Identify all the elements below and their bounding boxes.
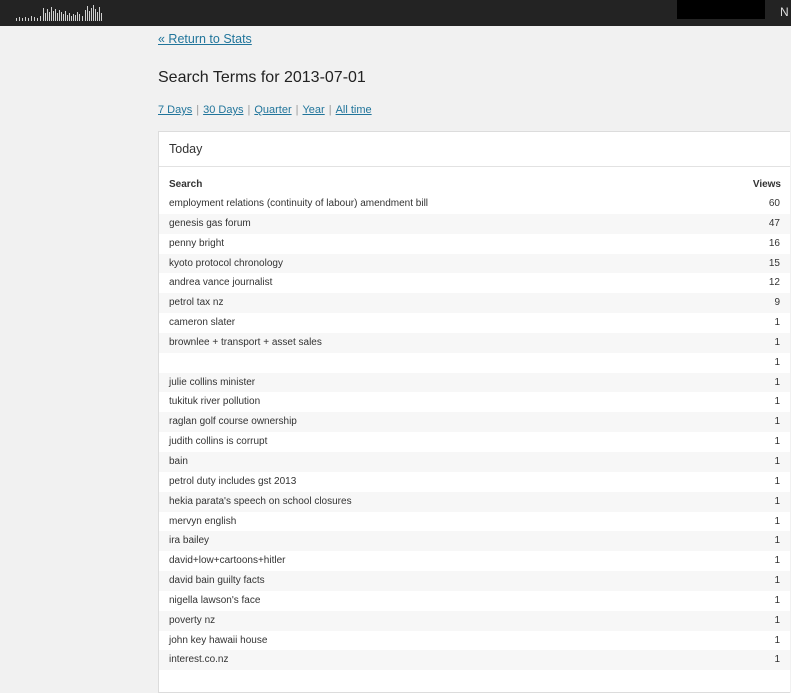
view-count: 12 xyxy=(768,277,780,289)
view-count: 16 xyxy=(768,237,780,249)
view-count: 60 xyxy=(768,198,780,209)
search-term: petrol tax nz xyxy=(169,297,224,309)
view-count: 1 xyxy=(774,436,780,448)
separator: | xyxy=(196,104,200,116)
view-count: 1 xyxy=(774,416,780,428)
user-menu[interactable]: N xyxy=(780,5,789,19)
search-term: john key hawaii house xyxy=(169,634,268,646)
table-row: bain 1 xyxy=(159,451,790,472)
search-term: petrol duty includes gst 2013 xyxy=(169,475,297,487)
search-term: raglan golf course ownership xyxy=(169,416,297,428)
search-term: hekia parata's speech on school closures xyxy=(169,495,352,507)
search-term: david+low+cartoons+hitler xyxy=(169,555,286,567)
search-term: ira bailey xyxy=(169,535,210,547)
table-row: nigella lawson's face 1 xyxy=(159,591,790,611)
view-count: 15 xyxy=(768,257,780,269)
return-to-stats-link[interactable]: « Return to Stats xyxy=(158,32,252,46)
table-header: Search Views xyxy=(159,179,790,195)
view-count: 1 xyxy=(774,317,780,329)
period-selector: 7 Days | 30 Days | Quarter | Year | All time xyxy=(158,104,372,116)
search-term: poverty nz xyxy=(169,614,216,626)
search-term: kyoto protocol chronology xyxy=(169,257,283,269)
view-count: 1 xyxy=(774,575,780,587)
table-row: tukituk river pollution 1 xyxy=(159,392,790,412)
period-quarter-link[interactable]: Quarter xyxy=(254,104,291,116)
view-count: 1 xyxy=(774,455,780,467)
search-term: tukituk river pollution xyxy=(169,396,261,408)
search-term: mervyn english xyxy=(169,515,237,527)
view-count: 1 xyxy=(774,555,780,567)
table-row: mervyn english 1 xyxy=(159,512,790,532)
redacted-term xyxy=(162,354,302,370)
panel-title: Today xyxy=(169,142,203,156)
period-all-time-link[interactable]: All time xyxy=(336,104,372,116)
view-count: 1 xyxy=(774,396,780,408)
search-term: interest.co.nz xyxy=(169,654,229,666)
table-row: kyoto protocol chronology 15 xyxy=(159,253,790,274)
table-row: judith collins is corrupt 1 xyxy=(159,432,790,452)
table-row: petrol duty includes gst 2013 1 xyxy=(159,472,790,492)
search-term: cameron slater xyxy=(169,317,236,329)
view-count: 1 xyxy=(774,515,780,527)
view-count: 1 xyxy=(774,475,780,487)
stats-sparkline-icon[interactable] xyxy=(16,3,106,21)
search-term: brownlee + transport + asset sales xyxy=(169,336,322,348)
search-term: bain xyxy=(169,455,188,467)
view-count: 1 xyxy=(774,614,780,626)
table-row: ira bailey 1 xyxy=(159,531,790,552)
period-year-link[interactable]: Year xyxy=(302,104,324,116)
separator: | xyxy=(328,104,332,116)
view-count: 1 xyxy=(774,594,780,606)
table-row: john key hawaii house 1 xyxy=(159,631,790,651)
search-term: david bain guilty facts xyxy=(169,575,265,587)
table-row: david+low+cartoons+hitler 1 xyxy=(159,551,790,571)
table-row: poverty nz 1 xyxy=(159,610,790,631)
table-row: interest.co.nz 1 xyxy=(159,650,790,671)
view-count: 1 xyxy=(774,634,780,646)
period-30-days-link[interactable]: 30 Days xyxy=(203,104,243,116)
column-header-views: Views xyxy=(752,179,781,190)
column-header-search: Search xyxy=(169,179,203,190)
table-row: andrea vance journalist 12 xyxy=(159,273,790,293)
redacted-block xyxy=(677,0,765,19)
search-term: genesis gas forum xyxy=(169,217,251,229)
view-count: 1 xyxy=(774,376,780,388)
search-term: employment relations (continuity of labo… xyxy=(169,198,429,209)
view-count: 1 xyxy=(774,654,780,666)
view-count: 47 xyxy=(768,217,780,229)
search-term: penny bright xyxy=(169,237,225,249)
admin-toolbar: N xyxy=(0,0,791,26)
view-count: 1 xyxy=(774,336,780,348)
view-count: 1 xyxy=(774,356,780,368)
separator: | xyxy=(247,104,251,116)
search-terms-list: employment relations (continuity of labo… xyxy=(159,194,790,671)
search-term: julie collins minister xyxy=(169,376,256,388)
search-term: nigella lawson's face xyxy=(169,594,261,606)
period-7-days-link[interactable]: 7 Days xyxy=(158,104,192,116)
table-row: petrol tax nz 9 xyxy=(159,293,790,314)
table-row: david bain guilty facts 1 xyxy=(159,571,790,591)
table-row: genesis gas forum 47 xyxy=(159,213,790,234)
table-row: penny bright 16 xyxy=(159,234,790,254)
table-row: brownlee + transport + asset sales 1 xyxy=(159,332,790,353)
table-row: raglan golf course ownership 1 xyxy=(159,412,790,433)
view-count: 1 xyxy=(774,495,780,507)
table-row: cameron slater 1 xyxy=(159,313,790,333)
view-count: 9 xyxy=(774,297,780,309)
separator: | xyxy=(295,104,299,116)
search-term: andrea vance journalist xyxy=(169,277,273,289)
table-row: 1 xyxy=(159,353,790,373)
search-term: judith collins is corrupt xyxy=(169,436,268,448)
view-count: 1 xyxy=(774,535,780,547)
table-row: employment relations (continuity of labo… xyxy=(159,194,790,214)
search-terms-panel: Today Search Views employment relations … xyxy=(158,131,790,693)
table-row: julie collins minister 1 xyxy=(159,372,790,393)
panel-header: Today xyxy=(159,132,790,167)
page-title: Search Terms for 2013-07-01 xyxy=(158,69,366,86)
table-row: hekia parata's speech on school closures… xyxy=(159,491,790,512)
